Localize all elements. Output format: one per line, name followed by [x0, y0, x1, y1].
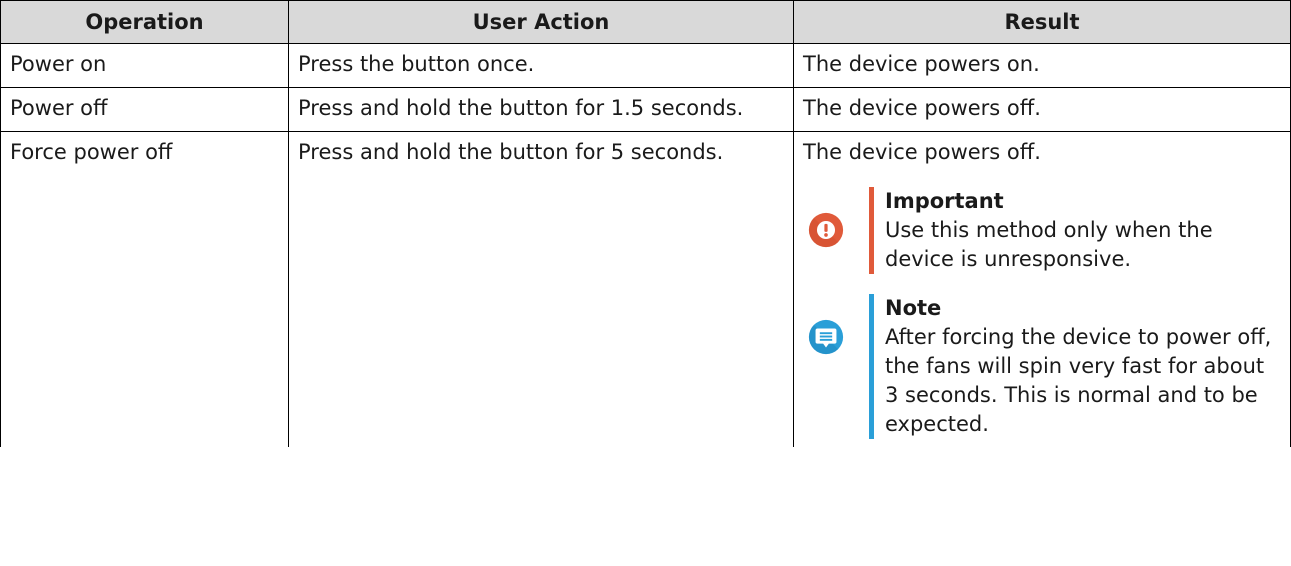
table-row: Power on Press the button once. The devi…: [0, 43, 1291, 88]
cell-user-action: Press and hold the button for 1.5 second…: [288, 87, 794, 132]
important-title: Important: [885, 189, 1004, 213]
important-text: Use this method only when the device is …: [885, 218, 1213, 271]
header-result: Result: [793, 0, 1291, 44]
note-bubble-icon: [808, 319, 844, 355]
important-bar: [869, 187, 874, 274]
cell-operation: Power off: [0, 87, 289, 132]
table-row: Power off Press and hold the button for …: [0, 87, 1291, 132]
cell-user-action: Press and hold the button for 5 seconds.: [288, 131, 794, 447]
cell-user-action: Press the button once.: [288, 43, 794, 88]
cell-operation: Power on: [0, 43, 289, 88]
important-callout: Important Use this method only when the …: [803, 187, 1282, 274]
note-title: Note: [885, 296, 942, 320]
cell-result: The device powers off.: [793, 87, 1291, 132]
cell-operation: Force power off: [0, 131, 289, 447]
table-row: Force power off Press and hold the butto…: [0, 131, 1291, 447]
note-bar: [869, 294, 874, 439]
exclamation-circle-icon: [808, 212, 844, 248]
result-text: The device powers off.: [803, 140, 1041, 164]
power-button-table: Operation User Action Result Power on Pr…: [0, 0, 1291, 447]
table-header-row: Operation User Action Result: [0, 0, 1291, 44]
cell-result: The device powers on.: [793, 43, 1291, 88]
note-callout: Note After forcing the device to power o…: [803, 294, 1282, 439]
header-operation: Operation: [0, 0, 289, 44]
note-text: After forcing the device to power off, t…: [885, 325, 1272, 436]
header-user-action: User Action: [288, 0, 794, 44]
cell-result: The device powers off. Important Use thi…: [793, 131, 1291, 447]
